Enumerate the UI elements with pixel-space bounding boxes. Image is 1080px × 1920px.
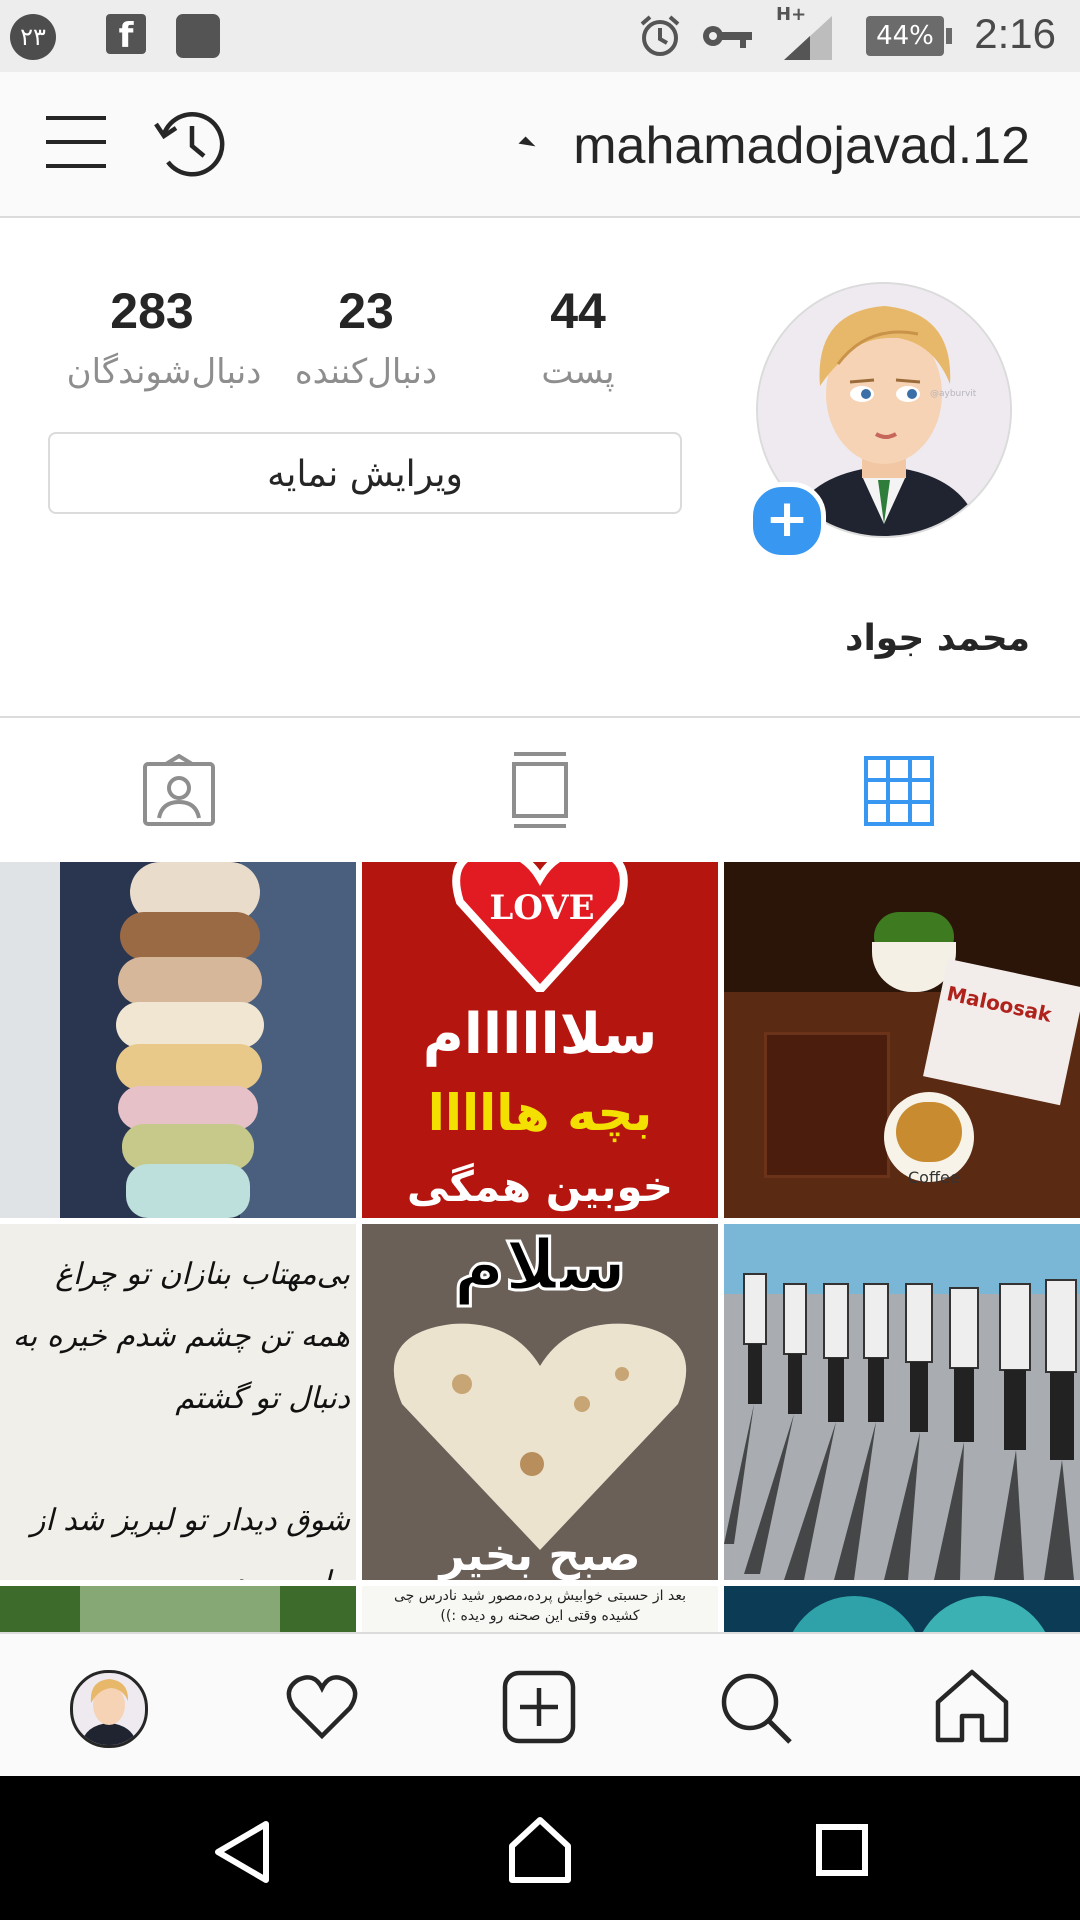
post-tile-calligraphy[interactable]: بی‌مهتاب بنازان تو چراغ همه تن چشم شدم خ… xyxy=(0,1224,356,1580)
post-caption: شوق دیدار تو لبریز شد از جام وجودم xyxy=(30,1503,350,1580)
add-story-plus-icon[interactable]: + xyxy=(748,482,826,560)
avatar-watermark: @ayburvit xyxy=(930,389,977,399)
post-tile-love-greeting[interactable]: LOVE سلاااااام بچه هااااا خوبین همگی xyxy=(362,862,718,1218)
post-caption: Coffee xyxy=(908,1168,960,1187)
post-caption: کشیده وقتی این صحنه رو دیده :)) xyxy=(440,1608,640,1624)
posts-count[interactable]: 44 xyxy=(468,282,688,340)
recents-icon[interactable] xyxy=(816,1824,868,1876)
following-label[interactable]: دنبال‌شوندگان xyxy=(34,352,294,392)
alarm-icon xyxy=(640,15,680,56)
archive-history-icon[interactable] xyxy=(150,104,230,184)
post-tile-skaters[interactable] xyxy=(724,1224,1080,1580)
post-tile-blue-spheres[interactable] xyxy=(724,1586,1080,1632)
post-caption: LOVE xyxy=(489,888,595,928)
system-navigation-bar xyxy=(0,1776,1080,1920)
post-caption: بعد از حسبتی خوابیش پرده،مصور شید نادرس … xyxy=(393,1588,687,1604)
signal-icon xyxy=(784,16,832,60)
post-caption: بچه هااااا xyxy=(427,1084,653,1142)
edit-profile-button[interactable]: ویرایش نمایه xyxy=(48,432,682,514)
top-bar: mahamadojavad.12 xyxy=(0,72,1080,218)
post-tile-text-joke[interactable]: بعد از حسبتی خوابیش پرده،مصور شید نادرس … xyxy=(362,1586,718,1632)
back-icon[interactable] xyxy=(212,1820,272,1884)
post-caption: همه تن چشم شدم خیره به دنبال تو گشتم xyxy=(12,1319,350,1416)
post-caption: سلام xyxy=(452,1224,628,1308)
post-tile-ice-cream[interactable] xyxy=(0,862,356,1218)
search-icon[interactable] xyxy=(718,1670,794,1746)
post-caption: سلاااااام xyxy=(422,1002,658,1067)
bottom-navigation xyxy=(0,1632,1080,1778)
account-switch-caret-icon[interactable] xyxy=(518,136,536,154)
vpn-key-icon xyxy=(703,26,752,48)
following-count[interactable]: 283 xyxy=(42,282,262,340)
tab-tagged-icon[interactable] xyxy=(142,754,216,828)
clock: 2:16 xyxy=(974,10,1056,57)
notification-count-icon: ۲۳ xyxy=(10,14,56,60)
post-tile-heart-bread[interactable]: سلام صبح بخیر xyxy=(362,1224,718,1580)
post-caption: بی‌مهتاب بنازان تو چراغ xyxy=(55,1257,350,1292)
home-nav-icon[interactable] xyxy=(508,1816,572,1884)
new-post-plus-icon[interactable] xyxy=(502,1670,576,1744)
nav-profile-avatar[interactable] xyxy=(70,1670,148,1748)
tab-feed-icon[interactable] xyxy=(508,752,572,828)
menu-icon[interactable] xyxy=(44,114,108,170)
username[interactable]: mahamadojavad.12 xyxy=(573,116,1030,176)
post-caption: خوبین همگی xyxy=(406,1162,674,1211)
profile-tabs xyxy=(0,716,1080,864)
status-bar: ۲۳ f H+ 44% 2:16 xyxy=(0,0,1080,72)
posts-label[interactable]: پست xyxy=(458,352,698,392)
app-notification-icon xyxy=(176,14,220,58)
facebook-icon: f xyxy=(106,14,146,56)
post-caption: صبح بخیر xyxy=(439,1530,641,1580)
battery-icon: 44% xyxy=(866,16,952,56)
followers-count[interactable]: 23 xyxy=(256,282,476,340)
tab-grid-icon[interactable] xyxy=(864,756,934,826)
full-name: محمد جواد xyxy=(844,618,1030,659)
post-tile-money[interactable] xyxy=(0,1586,356,1632)
home-icon[interactable] xyxy=(934,1668,1010,1744)
post-grid: LOVE سلاااااام بچه هااااا خوبین همگی Mal… xyxy=(0,862,1080,1632)
activity-heart-icon[interactable] xyxy=(286,1674,358,1740)
post-tile-cafe[interactable]: Maloosak Coffee xyxy=(724,862,1080,1218)
